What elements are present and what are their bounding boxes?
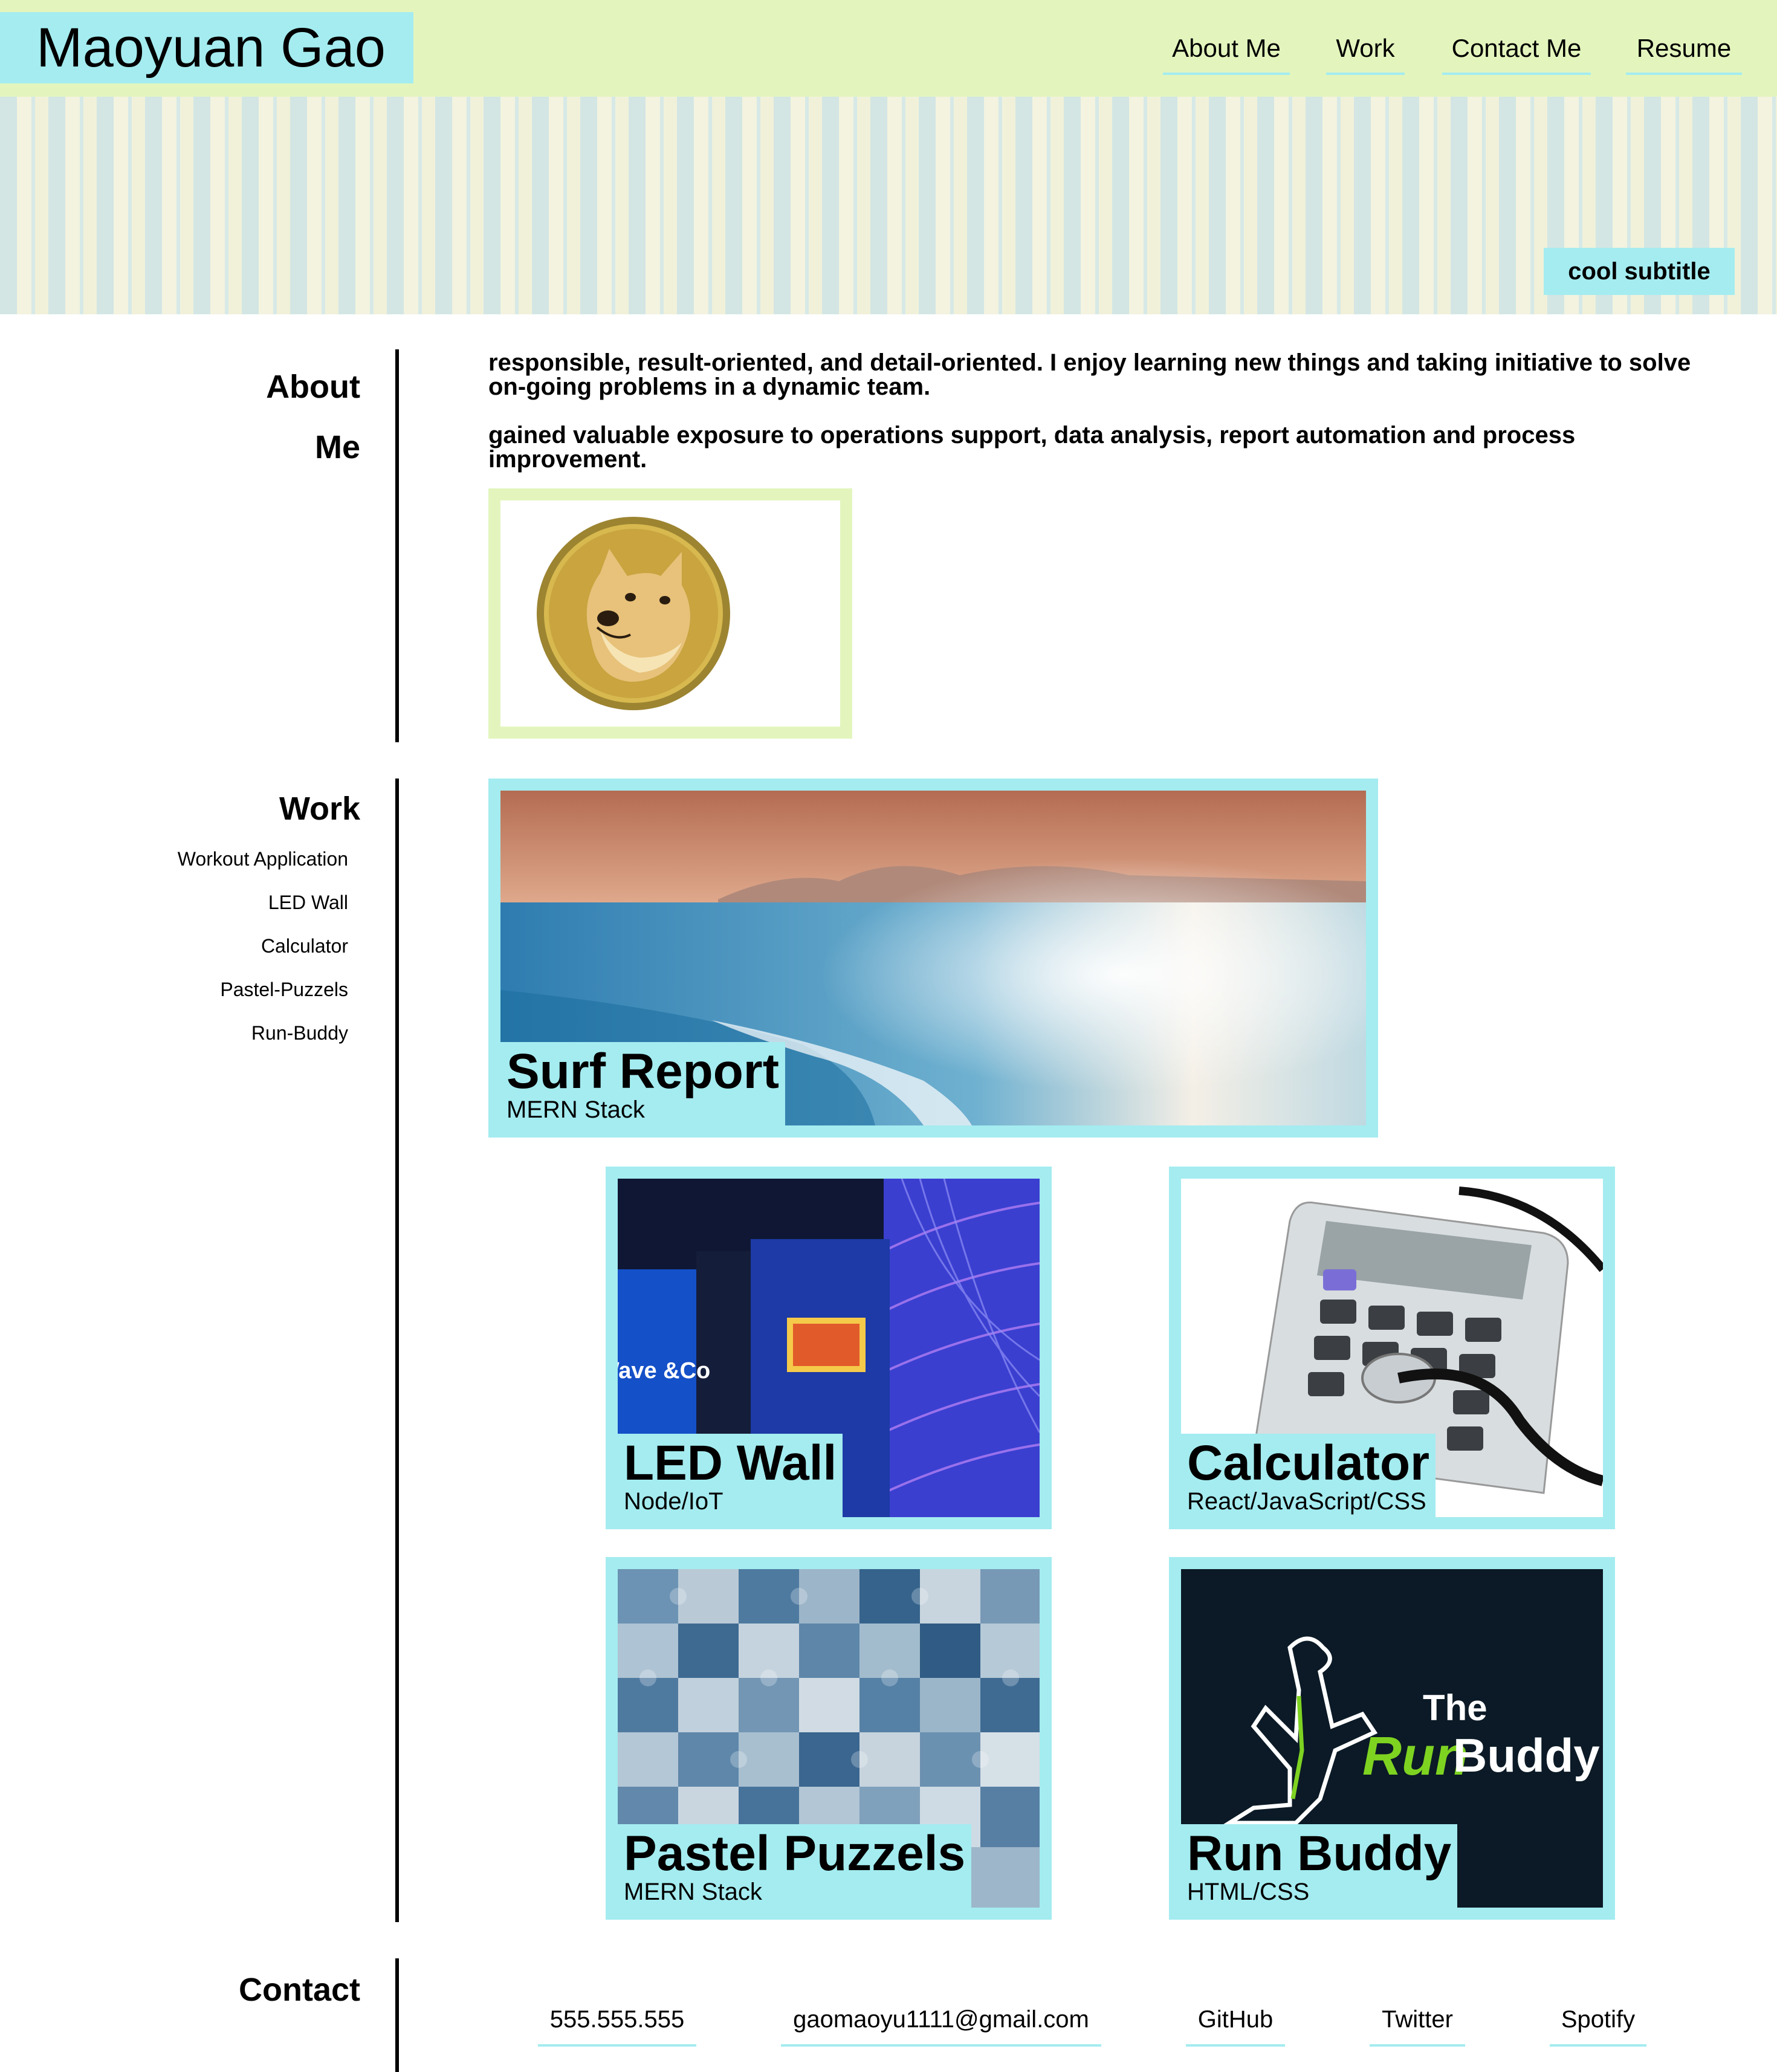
nav-resume[interactable]: Resume: [1626, 30, 1742, 75]
run-buddy-title: Run Buddy: [1187, 1826, 1452, 1881]
about-divider: [395, 349, 399, 742]
pastel-puzzels-caption: Pastel Puzzels MERN Stack: [618, 1824, 972, 1908]
contact-spotify-link[interactable]: Spotify: [1550, 1992, 1646, 2047]
project-card-run-buddy[interactable]: The Run Buddy Run Buddy HTML/CSS: [1169, 1557, 1615, 1920]
work-nav-run-buddy[interactable]: Run-Buddy: [251, 1022, 348, 1044]
work-divider: [395, 779, 399, 1922]
run-buddy-tech: HTML/CSS: [1187, 1879, 1310, 1905]
about-paragraph-2: gained valuable exposure to operations s…: [488, 422, 1576, 473]
surf-report-title: Surf Report: [507, 1044, 779, 1099]
run-buddy-logo-buddy: Buddy: [1453, 1729, 1600, 1782]
about-paragraph-1: responsible, result-oriented, and detail…: [488, 349, 1691, 400]
pastel-puzzels-title: Pastel Puzzels: [624, 1826, 966, 1881]
surf-report-tech: MERN Stack: [507, 1096, 645, 1123]
contact-phone-link[interactable]: 555.555.555: [538, 1992, 696, 2047]
work-nav-pastel-puzzels[interactable]: Pastel-Puzzels: [220, 979, 348, 1001]
about-heading-line2: Me: [314, 429, 360, 465]
project-card-led-wall[interactable]: Wave &Co LED Wall Node/IoT: [606, 1167, 1052, 1529]
site-header: Maoyuan Gao About Me Work Contact Me Res…: [0, 0, 1777, 97]
project-card-surf-report[interactable]: Surf Report MERN Stack: [488, 779, 1378, 1138]
work-heading: Work: [279, 791, 360, 827]
hero-subtitle: cool subtitle: [1544, 248, 1735, 295]
nav-work[interactable]: Work: [1326, 30, 1405, 75]
calculator-tech: React/JavaScript/CSS: [1187, 1488, 1426, 1515]
project-card-calculator[interactable]: Calculator React/JavaScript/CSS: [1169, 1167, 1615, 1529]
contact-divider: [395, 1958, 399, 2072]
run-buddy-logo-the: The: [1423, 1688, 1487, 1728]
calculator-caption: Calculator React/JavaScript/CSS: [1181, 1434, 1436, 1517]
project-card-pastel-puzzels[interactable]: Pastel Puzzels MERN Stack: [606, 1557, 1052, 1920]
surf-report-caption: Surf Report MERN Stack: [500, 1042, 785, 1125]
about-heading: About Me: [181, 357, 360, 478]
nav-contact-me[interactable]: Contact Me: [1442, 30, 1591, 75]
hero-banner: [0, 97, 1777, 314]
work-nav-workout[interactable]: Workout Application: [178, 848, 348, 870]
nav-about-me[interactable]: About Me: [1163, 30, 1290, 75]
contact-heading: Contact: [239, 1972, 360, 2008]
site-title: Maoyuan Gao: [0, 12, 413, 83]
contact-github-link[interactable]: GitHub: [1186, 1992, 1285, 2047]
about-image: [488, 488, 852, 739]
led-wall-tech: Node/IoT: [624, 1488, 723, 1515]
contact-twitter-link[interactable]: Twitter: [1370, 1992, 1465, 2047]
contact-email-link[interactable]: gaomaoyu1111@gmail.com: [781, 1992, 1101, 2047]
pastel-puzzels-tech: MERN Stack: [624, 1879, 762, 1905]
run-buddy-logo-run: Run: [1362, 1726, 1468, 1787]
led-wall-title: LED Wall: [624, 1436, 837, 1491]
led-wall-caption: LED Wall Node/IoT: [618, 1434, 843, 1517]
calculator-title: Calculator: [1187, 1436, 1429, 1491]
doge-coin-icon: [537, 517, 730, 710]
work-nav-calculator[interactable]: Calculator: [261, 935, 348, 957]
led-wall-logo: Wave &Co: [618, 1358, 710, 1384]
run-buddy-caption: Run Buddy HTML/CSS: [1181, 1824, 1458, 1908]
about-heading-line1: About: [266, 369, 360, 405]
work-nav-led-wall[interactable]: LED Wall: [268, 892, 348, 914]
